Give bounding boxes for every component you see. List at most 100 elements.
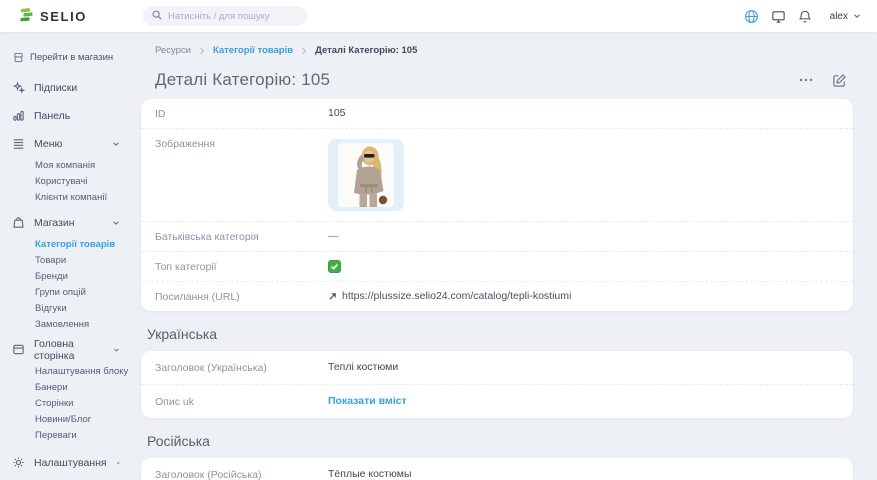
homepage-sublist: Налаштування блоку Банери Сторінки Новин… [0, 363, 130, 443]
chevron-down-icon [112, 140, 120, 148]
check-icon [330, 262, 339, 271]
sidebar-item-label: Підписки [34, 82, 77, 94]
breadcrumb-resources[interactable]: Ресурси [155, 45, 191, 56]
top-category-checkbox[interactable] [328, 260, 341, 273]
chevron-right-icon [301, 47, 307, 55]
bar-chart-icon [12, 109, 25, 122]
sidebar-group-menu[interactable]: Меню [0, 130, 130, 157]
menu-sublist: Моя компанія Користувачі Клієнти компані… [0, 157, 130, 205]
chevron-down-icon [112, 219, 120, 227]
sidebar-item-label: Магазин [34, 217, 75, 229]
gear-icon [12, 456, 25, 469]
settings-sublist: Налаштування [0, 476, 130, 480]
edit-button[interactable] [832, 73, 847, 88]
search-input[interactable] [168, 11, 298, 22]
sidebar-item-news-blog[interactable]: Новини/Блог [0, 411, 130, 427]
chevron-down-icon [113, 346, 120, 354]
sidebar-item-label: Налаштування [34, 457, 107, 469]
row-label: Опис uk [155, 395, 328, 408]
detail-row-parent-category: Батьківська категорія — [141, 222, 853, 252]
sidebar-item-settings[interactable]: Налаштування [0, 476, 130, 480]
row-value-id: 105 [328, 107, 346, 119]
category-details-card: ID 105 Зображення [141, 99, 853, 311]
sidebar-item-orders[interactable]: Замовлення [0, 316, 130, 332]
row-label: Батьківська категорія [155, 230, 328, 243]
category-url-link[interactable]: https://plussize.selio24.com/catalog/tep… [328, 290, 571, 302]
ukrainian-section-card: Заголовок (Українська) Теплі костюми Опи… [141, 351, 853, 418]
sidebar-group-homepage[interactable]: Головна сторінка [0, 336, 130, 363]
russian-section-card: Заголовок (Російська) Тёплые костюмы Опи… [141, 458, 853, 480]
row-label: Заголовок (Українська) [155, 361, 328, 374]
content-area: Ресурси Категорії товарів Деталі Категор… [130, 32, 877, 480]
sidebar-item-advantages[interactable]: Переваги [0, 427, 130, 443]
sidebar: Перейти в магазин Підписки Панель [0, 32, 130, 480]
top-header: SELIO [0, 0, 877, 32]
sidebar-item-go-to-shop[interactable]: Перейти в магазин [0, 44, 130, 73]
ellipsis-icon [798, 73, 814, 87]
url-text: https://plussize.selio24.com/catalog/tep… [342, 290, 571, 302]
chevron-down-icon [853, 12, 861, 20]
category-image-thumbnail[interactable] [328, 139, 404, 211]
sidebar-item-block-settings[interactable]: Налаштування блоку [0, 363, 130, 379]
sidebar-item-my-company[interactable]: Моя компанія [0, 157, 130, 173]
sidebar-group-shop[interactable]: Магазин [0, 209, 130, 236]
detail-row-title-ru: Заголовок (Російська) Тёплые костюмы [141, 458, 853, 480]
browser-window-icon [12, 343, 25, 356]
sidebar-item-brands[interactable]: Бренди [0, 268, 130, 284]
storefront-icon [13, 52, 24, 63]
user-menu[interactable]: alex [830, 11, 861, 22]
show-content-link-uk[interactable]: Показати вміст [328, 395, 407, 407]
sidebar-group-settings[interactable]: Налаштування [0, 449, 130, 476]
detail-row-title-uk: Заголовок (Українська) Теплі костюми [141, 351, 853, 385]
breadcrumb-current: Деталі Категорію: 105 [315, 45, 417, 56]
detail-row-id: ID 105 [141, 99, 853, 129]
sidebar-item-reviews[interactable]: Відгуки [0, 300, 130, 316]
sidebar-item-label: Меню [34, 138, 62, 150]
sidebar-item-dashboard[interactable]: Панель [0, 102, 130, 129]
sparkles-icon [12, 81, 25, 94]
sidebar-item-subscriptions[interactable]: Підписки [0, 74, 130, 101]
more-actions-button[interactable] [798, 73, 814, 87]
category-photo [338, 143, 394, 207]
global-search[interactable] [143, 6, 307, 26]
detail-row-top-category: Топ категорії [141, 252, 853, 282]
menu-lines-icon [12, 137, 25, 150]
row-label: Зображення [155, 137, 328, 150]
language-globe-icon[interactable] [744, 9, 759, 24]
row-value-title-ru: Тёплые костюмы [328, 468, 412, 480]
notifications-bell-icon[interactable] [798, 9, 812, 24]
display-monitor-icon[interactable] [771, 9, 786, 24]
chevron-right-icon [199, 47, 205, 55]
user-name: alex [830, 11, 848, 22]
row-label: Заголовок (Російська) [155, 468, 328, 480]
shop-sublist: Категорії товарів Товари Бренди Групи оп… [0, 236, 130, 332]
breadcrumb-categories-link[interactable]: Категорії товарів [213, 45, 293, 56]
sidebar-item-option-groups[interactable]: Групи опцій [0, 284, 130, 300]
row-value-title-uk: Теплі костюми [328, 361, 398, 373]
header-actions: alex [744, 9, 861, 24]
row-label: Посилання (URL) [155, 290, 328, 303]
sidebar-item-products[interactable]: Товари [0, 252, 130, 268]
shopping-bag-icon [12, 216, 25, 229]
row-value-parent: — [328, 230, 339, 242]
page-title: Деталі Категорію: 105 [155, 70, 330, 90]
edit-pencil-icon [832, 73, 847, 88]
page-title-row: Деталі Категорію: 105 [141, 70, 853, 90]
sidebar-item-product-categories[interactable]: Категорії товарів [0, 236, 130, 252]
sidebar-item-label: Перейти в магазин [30, 52, 113, 63]
sidebar-item-label: Панель [34, 110, 70, 122]
detail-row-description-uk: Опис uk Показати вміст [141, 385, 853, 418]
row-label: Топ категорії [155, 260, 328, 273]
sidebar-item-label: Головна сторінка [34, 338, 104, 362]
breadcrumb: Ресурси Категорії товарів Деталі Категор… [141, 45, 853, 56]
search-icon [152, 10, 162, 23]
chevron-down-icon [116, 459, 120, 467]
sidebar-item-company-clients[interactable]: Клієнти компанії [0, 189, 130, 205]
section-title-ukrainian: Українська [147, 326, 853, 342]
detail-row-image: Зображення [141, 129, 853, 222]
sidebar-item-pages[interactable]: Сторінки [0, 395, 130, 411]
sidebar-item-users[interactable]: Користувачі [0, 173, 130, 189]
sidebar-item-banners[interactable]: Банери [0, 379, 130, 395]
selio-logo[interactable]: SELIO [18, 7, 87, 26]
detail-row-url: Посилання (URL) https://plussize.selio24… [141, 282, 853, 311]
